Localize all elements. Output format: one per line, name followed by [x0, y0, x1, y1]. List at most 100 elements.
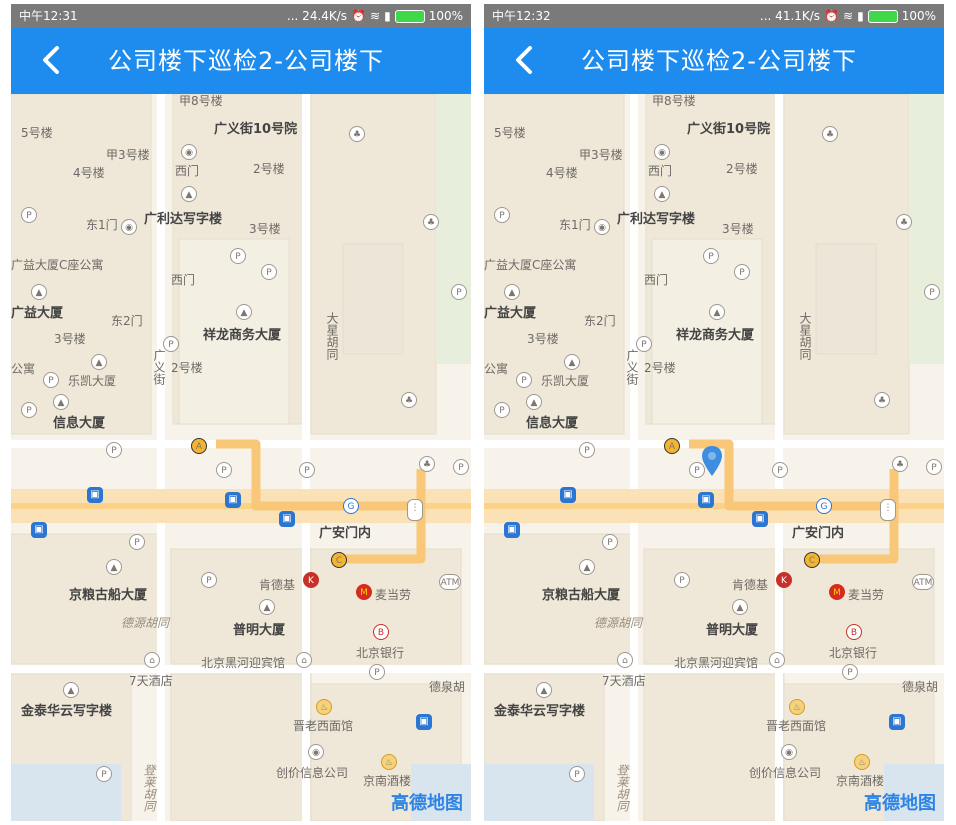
bus-stop-icon[interactable]: ▣: [279, 511, 295, 527]
restroom-icon[interactable]: ♣: [874, 392, 890, 408]
poi-icon[interactable]: ▲: [504, 284, 520, 300]
poi-icon[interactable]: ▲: [579, 559, 595, 575]
bus-stop-icon[interactable]: ▣: [31, 522, 47, 538]
restroom-icon[interactable]: ♣: [822, 126, 838, 142]
poi-icon[interactable]: ▲: [236, 304, 252, 320]
map-label: 广利达写字楼: [144, 212, 223, 227]
bus-stop-icon[interactable]: ▣: [889, 714, 905, 730]
kfc-icon[interactable]: K: [303, 572, 319, 588]
parking-icon[interactable]: P: [842, 664, 858, 680]
hotel-icon[interactable]: ⌂: [617, 652, 633, 668]
parking-icon[interactable]: P: [201, 572, 217, 588]
subway-icon[interactable]: G: [343, 498, 359, 514]
kfc-icon[interactable]: K: [776, 572, 792, 588]
restroom-icon[interactable]: ♣: [401, 392, 417, 408]
parking-icon[interactable]: P: [129, 534, 145, 550]
parking-icon[interactable]: P: [106, 442, 122, 458]
poi-icon[interactable]: ▲: [31, 284, 47, 300]
parking-icon[interactable]: P: [21, 402, 37, 418]
restroom-icon[interactable]: ♣: [423, 214, 439, 230]
restroom-icon[interactable]: ♣: [419, 456, 435, 472]
parking-icon[interactable]: P: [261, 264, 277, 280]
parking-icon[interactable]: P: [43, 372, 59, 388]
restaurant-icon[interactable]: ♨: [789, 699, 805, 715]
parking-icon[interactable]: P: [674, 572, 690, 588]
parking-icon[interactable]: P: [516, 372, 532, 388]
poi-icon[interactable]: ▲: [53, 394, 69, 410]
parking-icon[interactable]: P: [96, 766, 112, 782]
parking-icon[interactable]: P: [703, 248, 719, 264]
poi-icon[interactable]: ▲: [526, 394, 542, 410]
location-pin-icon[interactable]: [702, 446, 722, 476]
bus-stop-icon[interactable]: ▣: [87, 487, 103, 503]
status-right: ... 24.4K/s ⏰ ≋ ▮ 100%: [287, 4, 463, 28]
parking-icon[interactable]: P: [569, 766, 585, 782]
atm-icon[interactable]: ATM: [439, 574, 461, 590]
poi-icon[interactable]: ◉: [308, 744, 324, 760]
atm-icon[interactable]: ATM: [912, 574, 934, 590]
parking-icon[interactable]: P: [369, 664, 385, 680]
parking-icon[interactable]: P: [772, 462, 788, 478]
bus-stop-icon[interactable]: ▣: [560, 487, 576, 503]
gas-icon[interactable]: P: [924, 284, 940, 300]
bus-stop-icon[interactable]: ▣: [698, 492, 714, 508]
parking-icon[interactable]: P: [602, 534, 618, 550]
gas-icon[interactable]: P: [451, 284, 467, 300]
poi-icon[interactable]: ▲: [536, 682, 552, 698]
parking-icon[interactable]: P: [579, 442, 595, 458]
restaurant-icon[interactable]: ♨: [381, 754, 397, 770]
hotel-icon[interactable]: ⌂: [144, 652, 160, 668]
poi-icon[interactable]: ▲: [564, 354, 580, 370]
bank-icon[interactable]: B: [373, 624, 389, 640]
traffic-light-icon[interactable]: ⋮: [407, 499, 423, 521]
poi-icon[interactable]: ▲: [709, 304, 725, 320]
map-label: 西门: [644, 273, 669, 287]
restaurant-icon[interactable]: ♨: [854, 754, 870, 770]
parking-icon[interactable]: P: [734, 264, 750, 280]
poi-icon[interactable]: ◉: [181, 144, 197, 160]
parking-icon[interactable]: P: [494, 207, 510, 223]
subway-c-icon[interactable]: C: [804, 552, 820, 568]
traffic-light-icon[interactable]: ⋮: [880, 499, 896, 521]
parking-icon[interactable]: P: [453, 459, 469, 475]
mcdonalds-icon[interactable]: M: [356, 584, 372, 600]
poi-icon[interactable]: ▲: [106, 559, 122, 575]
restaurant-icon[interactable]: ♨: [316, 699, 332, 715]
map-view[interactable]: ◉ ▲ P ◉ P P ▲ ▲ P ▲ P P ▲ P P P A ♣ ♣ ♣ …: [11, 94, 471, 821]
bus-stop-icon[interactable]: ▣: [752, 511, 768, 527]
app-bar: 公司楼下巡检2-公司楼下: [484, 28, 944, 94]
bus-stop-icon[interactable]: ▣: [504, 522, 520, 538]
map-label: 京粮古船大厦: [69, 588, 148, 603]
map-view[interactable]: ◉ ▲ P ◉ P P ▲ ▲ P ▲ P P ▲ P P P A ♣ ♣ ♣ …: [484, 94, 944, 821]
poi-icon[interactable]: ▲: [654, 186, 670, 202]
parking-icon[interactable]: P: [21, 207, 37, 223]
poi-icon[interactable]: ◉: [594, 219, 610, 235]
restroom-icon[interactable]: ♣: [892, 456, 908, 472]
subway-a-icon[interactable]: A: [191, 438, 207, 454]
parking-icon[interactable]: P: [494, 402, 510, 418]
subway-c-icon[interactable]: C: [331, 552, 347, 568]
bus-stop-icon[interactable]: ▣: [416, 714, 432, 730]
poi-icon[interactable]: ▲: [63, 682, 79, 698]
poi-icon[interactable]: ▲: [181, 186, 197, 202]
poi-icon[interactable]: ▲: [732, 599, 748, 615]
subway-a-icon[interactable]: A: [664, 438, 680, 454]
poi-icon[interactable]: ▲: [259, 599, 275, 615]
poi-icon[interactable]: ◉: [121, 219, 137, 235]
restroom-icon[interactable]: ♣: [896, 214, 912, 230]
parking-icon[interactable]: P: [230, 248, 246, 264]
parking-icon[interactable]: P: [216, 462, 232, 478]
hotel-icon[interactable]: ⌂: [769, 652, 785, 668]
hotel-icon[interactable]: ⌂: [296, 652, 312, 668]
restroom-icon[interactable]: ♣: [349, 126, 365, 142]
map-label: 普明大厦: [233, 623, 286, 638]
parking-icon[interactable]: P: [299, 462, 315, 478]
poi-icon[interactable]: ▲: [91, 354, 107, 370]
parking-icon[interactable]: P: [926, 459, 942, 475]
mcdonalds-icon[interactable]: M: [829, 584, 845, 600]
poi-icon[interactable]: ◉: [654, 144, 670, 160]
bus-stop-icon[interactable]: ▣: [225, 492, 241, 508]
subway-icon[interactable]: G: [816, 498, 832, 514]
bank-icon[interactable]: B: [846, 624, 862, 640]
poi-icon[interactable]: ◉: [781, 744, 797, 760]
